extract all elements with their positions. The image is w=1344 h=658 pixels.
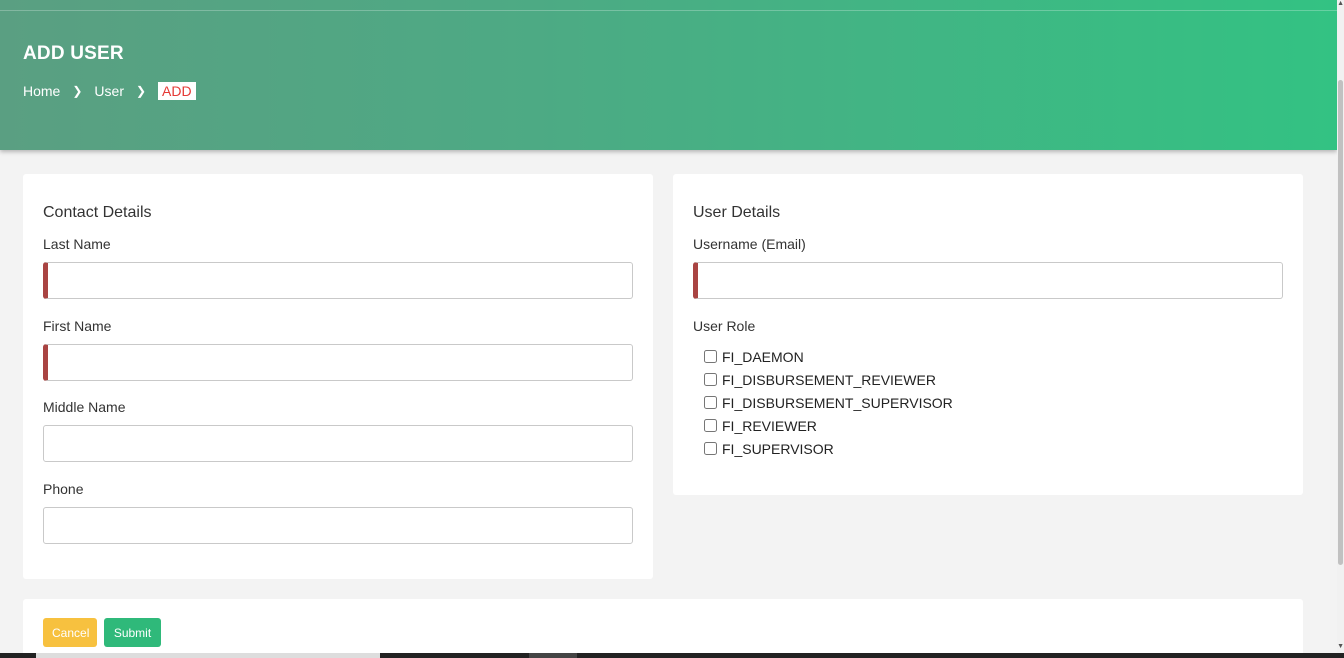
role-checkbox[interactable] xyxy=(704,396,717,409)
username-email-field[interactable] xyxy=(693,262,1283,299)
chevron-right-icon: ❯ xyxy=(135,84,147,98)
role-option-label: FI_SUPERVISOR xyxy=(722,440,834,457)
first-name-field[interactable] xyxy=(43,344,633,381)
role-option-label: FI_DISBURSEMENT_SUPERVISOR xyxy=(722,394,953,411)
vertical-scrollbar[interactable]: ▲ ▼ xyxy=(1337,0,1344,658)
taskbar-strip xyxy=(0,653,1344,658)
breadcrumb-user[interactable]: User xyxy=(94,83,124,99)
role-checkbox[interactable] xyxy=(704,350,717,363)
page-title: ADD USER xyxy=(23,43,124,64)
role-option-fi-disbursement-reviewer[interactable]: FI_DISBURSEMENT_REVIEWER xyxy=(703,368,953,391)
username-label: Username (Email) xyxy=(693,236,806,252)
role-checkbox[interactable] xyxy=(704,419,717,432)
phone-field[interactable] xyxy=(43,507,633,544)
role-checkbox[interactable] xyxy=(704,373,717,386)
middle-name-field[interactable] xyxy=(43,425,633,462)
role-option-fi-disbursement-supervisor[interactable]: FI_DISBURSEMENT_SUPERVISOR xyxy=(703,391,953,414)
middle-name-label: Middle Name xyxy=(43,399,126,415)
scrollbar-thumb[interactable] xyxy=(1338,80,1343,565)
role-option-label: FI_REVIEWER xyxy=(722,417,817,434)
breadcrumb-home[interactable]: Home xyxy=(23,83,60,99)
user-details-card: User Details Username (Email) User Role … xyxy=(673,174,1303,495)
contact-details-card: Contact Details Last Name First Name Mid… xyxy=(23,174,653,579)
last-name-label: Last Name xyxy=(43,236,111,252)
breadcrumb: Home ❯ User ❯ ADD xyxy=(23,82,196,100)
role-option-fi-daemon[interactable]: FI_DAEMON xyxy=(703,345,953,368)
taskbar-segment xyxy=(529,653,577,658)
header-divider xyxy=(0,10,1337,11)
first-name-label: First Name xyxy=(43,318,112,334)
role-checkbox[interactable] xyxy=(704,442,717,455)
form-actions-card: Cancel Submit xyxy=(23,599,1303,658)
user-details-title: User Details xyxy=(693,204,781,221)
last-name-field[interactable] xyxy=(43,262,633,299)
user-role-label: User Role xyxy=(693,318,756,334)
contact-details-title: Contact Details xyxy=(43,204,152,221)
role-option-label: FI_DISBURSEMENT_REVIEWER xyxy=(722,371,936,388)
scroll-down-icon[interactable]: ▼ xyxy=(1337,643,1344,650)
page-header: ADD USER Home ❯ User ❯ ADD xyxy=(0,0,1337,150)
scroll-up-icon[interactable]: ▲ xyxy=(1337,0,1344,7)
role-option-fi-supervisor[interactable]: FI_SUPERVISOR xyxy=(703,437,953,460)
taskbar-segment xyxy=(36,653,380,658)
cancel-button[interactable]: Cancel xyxy=(43,618,97,647)
chevron-right-icon: ❯ xyxy=(72,84,83,98)
phone-label: Phone xyxy=(43,481,84,497)
breadcrumb-current: ADD xyxy=(158,82,196,100)
user-role-list: FI_DAEMON FI_DISBURSEMENT_REVIEWER FI_DI… xyxy=(703,345,953,460)
role-option-fi-reviewer[interactable]: FI_REVIEWER xyxy=(703,414,953,437)
role-option-label: FI_DAEMON xyxy=(722,348,804,365)
submit-button[interactable]: Submit xyxy=(104,618,161,647)
